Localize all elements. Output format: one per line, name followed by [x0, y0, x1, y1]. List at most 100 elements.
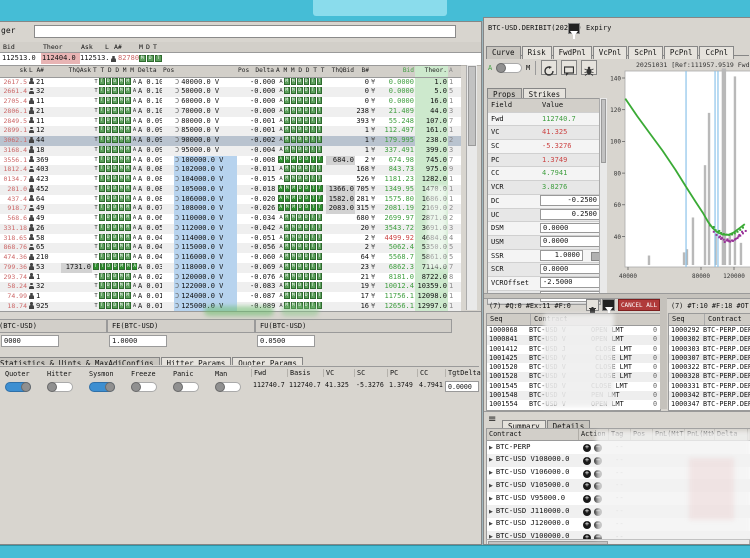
flag-box-m[interactable]: M: [284, 292, 290, 299]
flag-box-m[interactable]: M: [119, 126, 125, 133]
ladder-row[interactable]: 868.7665TTDDMMAA 0.044Ɔ115000.0 V-0.056A…: [0, 243, 461, 253]
flag-box-t[interactable]: T: [317, 126, 323, 133]
flag-box-d[interactable]: D: [304, 165, 310, 172]
flag-box-t[interactable]: T: [99, 185, 105, 192]
flag-box-d[interactable]: D: [112, 204, 118, 211]
flag-box-t[interactable]: T: [310, 126, 316, 133]
ladder-row[interactable]: 3556.1369TTDDMMAA 0.092Ɔ100000.0 V-0.008…: [0, 156, 461, 166]
plus-circle-icon[interactable]: +: [583, 495, 591, 503]
flag-box-m[interactable]: M: [284, 175, 290, 182]
ladder-row[interactable]: 2617.521TTDDMMAA 0.100Ɔ40000.0 V-0.000AM…: [0, 78, 461, 88]
flag-box-m[interactable]: M: [125, 165, 131, 172]
flag-box-m[interactable]: M: [119, 204, 125, 211]
flag-box-d[interactable]: D: [297, 253, 303, 260]
ladder-row[interactable]: 568.649TTDDMMAA 0.066Ɔ110000.0 V-0.034AM…: [0, 214, 461, 224]
flag-box-d[interactable]: D: [106, 292, 112, 299]
flag-box-m[interactable]: M: [125, 185, 131, 192]
flag-box-t[interactable]: T: [100, 263, 106, 270]
flag-box-m[interactable]: M: [119, 97, 125, 104]
flag-box-d[interactable]: D: [304, 78, 310, 85]
flag-box-d[interactable]: D: [112, 156, 118, 163]
flag-box-t[interactable]: T: [317, 165, 323, 172]
flag-box-m[interactable]: M: [284, 136, 290, 143]
flag-box-m[interactable]: M: [284, 302, 290, 309]
flag-box-m[interactable]: M: [285, 204, 291, 211]
flag-box-m[interactable]: M: [125, 146, 131, 153]
flag-box-t[interactable]: T: [317, 302, 323, 309]
order-row[interactable]: 1000302BTC-PERP.DERIBI: [669, 335, 750, 344]
flag-box-t[interactable]: T: [310, 165, 316, 172]
flag-box-t[interactable]: T: [317, 117, 323, 124]
flag-box-m[interactable]: M: [125, 107, 131, 114]
flag-box-d[interactable]: D: [106, 302, 112, 309]
flag-box-d[interactable]: D: [304, 146, 310, 153]
flag-box-t[interactable]: T: [310, 253, 316, 260]
flag-box-t[interactable]: T: [99, 224, 105, 231]
flag-box-d[interactable]: D: [297, 165, 303, 172]
ladder-row[interactable]: 2661.432TTDDMMAA 0.100Ɔ50000.0 V-0.000AM…: [0, 87, 461, 97]
flag-box-m[interactable]: M: [291, 136, 297, 143]
flag-box-d[interactable]: D: [106, 263, 112, 270]
ladder-row[interactable]: 293.741TTDDMMAA 0.023Ɔ120000.0 V-0.076AM…: [0, 273, 461, 283]
flag-box-m[interactable]: M: [119, 302, 125, 309]
expand-arrow-icon[interactable]: ▶: [489, 483, 493, 489]
flag-box-t[interactable]: T: [317, 234, 323, 241]
comment-button[interactable]: [561, 60, 577, 75]
flag-box-d[interactable]: D: [112, 243, 118, 250]
flag-box-m[interactable]: M: [284, 126, 290, 133]
flag-box-d[interactable]: D: [297, 224, 303, 231]
order-row[interactable]: 1000303BTC-PERP.DERIBI: [669, 345, 750, 354]
flag-box-m[interactable]: M: [285, 195, 291, 202]
position-row[interactable]: ▶BTC-USD J120000.0+−--: [487, 518, 750, 531]
plus-circle-icon[interactable]: +: [583, 482, 591, 490]
flag-box-a[interactable]: A: [278, 185, 284, 192]
flag-box-d[interactable]: D: [106, 282, 112, 289]
flag-box-m[interactable]: M: [125, 156, 131, 163]
order-row[interactable]: 1000331BTC-PERP.DERIBI: [669, 382, 750, 391]
flag-box-m[interactable]: M: [125, 117, 131, 124]
flag-box-t[interactable]: T: [317, 253, 323, 260]
order-row[interactable]: 1000328BTC-PERP.DERIBI: [669, 372, 750, 381]
flag-box-a[interactable]: A: [278, 204, 284, 211]
ladder-row[interactable]: 474.36210TTDDMMAA 0.040Ɔ116000.0 V-0.060…: [0, 253, 461, 263]
flag-box-t[interactable]: T: [317, 273, 323, 280]
tab-pcpnl[interactable]: PcPnl: [664, 46, 699, 59]
flag-box-d[interactable]: D: [304, 204, 310, 211]
flag-box-m[interactable]: M: [284, 282, 290, 289]
flag-box-m[interactable]: M: [284, 78, 290, 85]
flag-box-t[interactable]: T: [311, 204, 317, 211]
order-row[interactable]: 1000347BTC-PERP.DERIBI: [669, 400, 750, 409]
flag-box-m[interactable]: M: [119, 243, 125, 250]
flag-box-m[interactable]: M: [125, 175, 131, 182]
flag-box-d[interactable]: D: [112, 175, 118, 182]
flag-box-d[interactable]: D: [106, 195, 112, 202]
flag-box-t[interactable]: T: [311, 185, 317, 192]
position-row[interactable]: ▶BTC-PERP+−--: [487, 441, 750, 454]
tab-scpnl[interactable]: ScPnl: [628, 46, 663, 59]
flag-box-m[interactable]: M: [119, 165, 125, 172]
flag-box-d[interactable]: D: [297, 136, 303, 143]
prop-input[interactable]: 0.0000: [540, 223, 600, 234]
flag-box-m[interactable]: M: [284, 165, 290, 172]
flag-box-m[interactable]: M: [119, 146, 125, 153]
flag-box-t[interactable]: T: [310, 146, 316, 153]
trash-button[interactable]: [586, 299, 599, 311]
param-tab[interactable]: Quoter Params: [232, 357, 303, 365]
flag-box-m[interactable]: M: [119, 253, 125, 260]
flag-box-d[interactable]: D: [112, 146, 118, 153]
flag-box-d[interactable]: D: [304, 234, 310, 241]
flag-box-t[interactable]: T: [310, 224, 316, 231]
flag-box-t[interactable]: T: [317, 146, 323, 153]
am-toggle[interactable]: [496, 63, 522, 73]
flag-box-m[interactable]: M: [291, 126, 297, 133]
flag-box-d[interactable]: D: [298, 185, 304, 192]
taskbar-tab[interactable]: [313, 0, 447, 16]
flag-box-d[interactable]: D: [112, 97, 118, 104]
flag-box-d[interactable]: D: [113, 263, 119, 270]
order-row[interactable]: 1001548BTC-USD VPEN LMT0: [487, 391, 660, 400]
prop-input[interactable]: -0.2500: [540, 195, 600, 206]
flag-box-m[interactable]: M: [125, 292, 131, 299]
flag-box-m[interactable]: M: [291, 146, 297, 153]
orders-filter-button[interactable]: [602, 299, 615, 311]
expand-arrow-icon[interactable]: ▶: [489, 509, 493, 515]
